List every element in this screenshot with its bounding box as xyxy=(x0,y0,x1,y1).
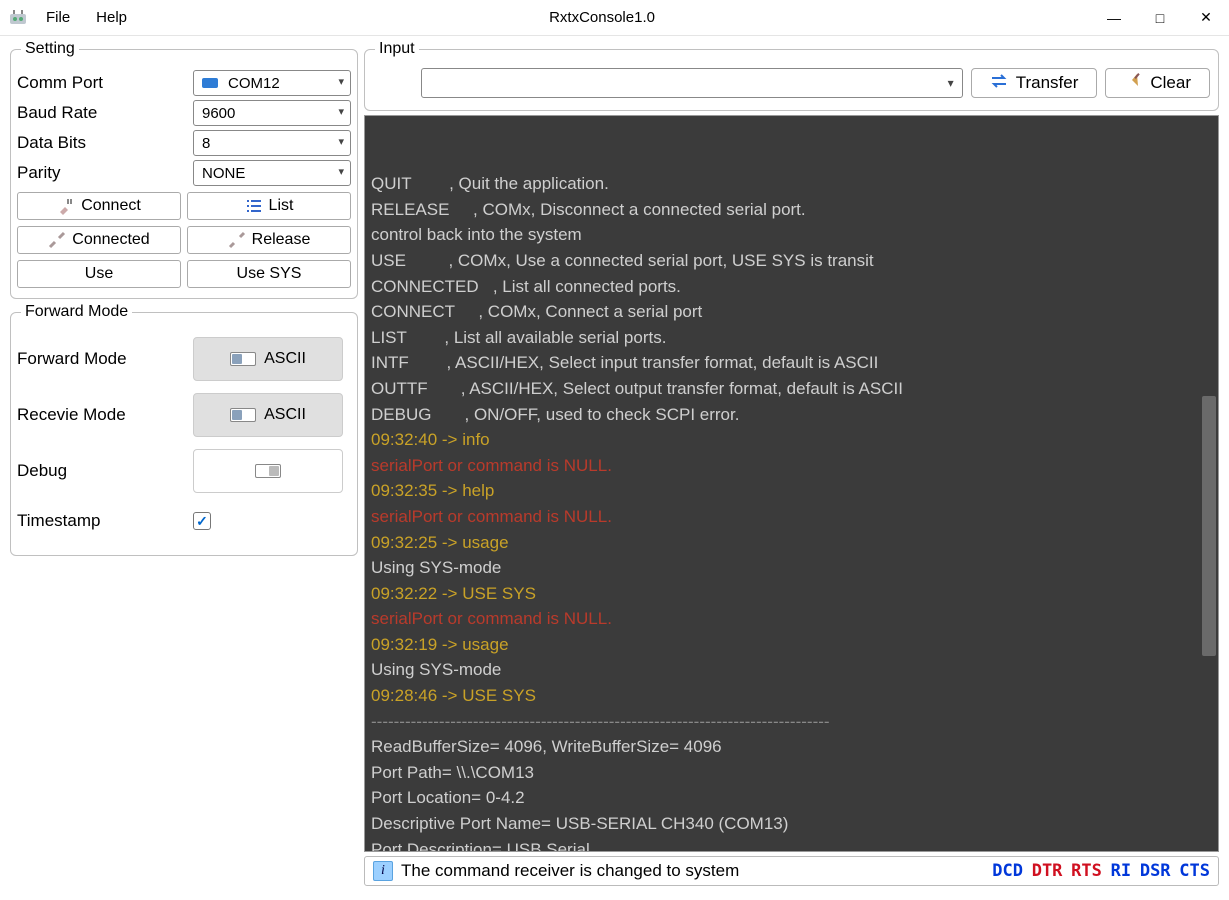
timestamp-checkbox[interactable]: ✓ xyxy=(193,512,211,530)
debug-toggle[interactable] xyxy=(193,449,343,493)
timestamp-label: Timestamp xyxy=(17,511,193,531)
data-bits-select[interactable]: 8 xyxy=(193,130,351,156)
console-line: Port Location= 0-4.2 xyxy=(371,785,1212,811)
receive-mode-label: Recevie Mode xyxy=(17,405,193,425)
input-legend: Input xyxy=(375,40,419,58)
maximize-button[interactable]: □ xyxy=(1137,0,1183,36)
console-output[interactable]: QUIT , Quit the application.RELEASE , CO… xyxy=(364,115,1219,852)
console-line: LIST , List all available serial ports. xyxy=(371,325,1212,351)
console-line: serialPort or command is NULL. xyxy=(371,504,1212,530)
app-icon xyxy=(8,8,28,28)
console-line: CONNECTED , List all connected ports. xyxy=(371,274,1212,300)
switch-icon xyxy=(230,408,256,422)
console-line: ReadBufferSize= 4096, WriteBufferSize= 4… xyxy=(371,734,1212,760)
console-line: DEBUG , ON/OFF, used to check SCPI error… xyxy=(371,402,1212,428)
data-bits-label: Data Bits xyxy=(17,133,193,153)
switch-icon xyxy=(255,464,281,478)
connect-button[interactable]: Connect xyxy=(17,192,181,220)
console-line: 09:32:40 -> info xyxy=(371,427,1212,453)
scrollbar-thumb[interactable] xyxy=(1202,396,1216,656)
console-line: 09:32:35 -> help xyxy=(371,478,1212,504)
switch-icon xyxy=(230,352,256,366)
parity-label: Parity xyxy=(17,163,193,183)
signal-rts: RTS xyxy=(1071,861,1102,881)
console-line: Using SYS-mode xyxy=(371,555,1212,581)
transfer-icon xyxy=(990,72,1008,95)
scrollbar[interactable] xyxy=(1200,116,1218,851)
baud-rate-label: Baud Rate xyxy=(17,103,193,123)
port-icon xyxy=(202,78,218,88)
console-line: 09:32:19 -> usage xyxy=(371,632,1212,658)
console-line: serialPort or command is NULL. xyxy=(371,453,1212,479)
forward-panel: Forward Mode Forward Mode ASCII Recevie … xyxy=(10,303,358,556)
broom-icon xyxy=(1124,72,1142,95)
status-message: The command receiver is changed to syste… xyxy=(401,861,739,881)
signal-dtr: DTR xyxy=(1032,861,1063,881)
comm-port-select[interactable]: COM12 xyxy=(193,70,351,96)
console-line: QUIT , Quit the application. xyxy=(371,171,1212,197)
signal-dcd: DCD xyxy=(992,861,1023,881)
console-line: ----------------------------------------… xyxy=(371,709,1212,735)
console-line: 09:28:46 -> USE SYS xyxy=(371,683,1212,709)
console-line: serialPort or command is NULL. xyxy=(371,606,1212,632)
receive-mode-toggle[interactable]: ASCII xyxy=(193,393,343,437)
setting-panel: Setting Comm Port COM12 Baud Rate 9600 D… xyxy=(10,40,358,299)
release-button[interactable]: Release xyxy=(187,226,351,254)
close-button[interactable]: ✕ xyxy=(1183,0,1229,36)
console-line: Descriptive Port Name= USB-SERIAL CH340 … xyxy=(371,811,1212,837)
menu-help[interactable]: Help xyxy=(96,9,127,26)
console-line: OUTTF , ASCII/HEX, Select output transfe… xyxy=(371,376,1212,402)
use-sys-button[interactable]: Use SYS xyxy=(187,260,351,288)
list-icon xyxy=(245,197,263,215)
forward-mode-label: Forward Mode xyxy=(17,349,193,369)
baud-rate-select[interactable]: 9600 xyxy=(193,100,351,126)
command-input[interactable] xyxy=(421,68,963,98)
info-icon: i xyxy=(373,861,393,881)
window-title: RxtxConsole1.0 xyxy=(153,9,1091,26)
console-line: Port Description= USB Serial xyxy=(371,837,1212,852)
setting-legend: Setting xyxy=(21,40,79,58)
comm-port-label: Comm Port xyxy=(17,73,193,93)
debug-label: Debug xyxy=(17,461,193,481)
input-panel: Input Transfer Clear xyxy=(364,40,1219,111)
console-line: Using SYS-mode xyxy=(371,657,1212,683)
signal-ri: RI xyxy=(1111,861,1131,881)
clear-button[interactable]: Clear xyxy=(1105,68,1210,98)
title-bar: File Help RxtxConsole1.0 — □ ✕ xyxy=(0,0,1229,36)
console-line: Port Path= \\.\COM13 xyxy=(371,760,1212,786)
console-line: CONNECT , COMx, Connect a serial port xyxy=(371,299,1212,325)
signal-dsr: DSR xyxy=(1140,861,1171,881)
unlink-icon xyxy=(228,231,246,249)
status-bar: i The command receiver is changed to sys… xyxy=(364,856,1219,886)
connected-button[interactable]: Connected xyxy=(17,226,181,254)
console-line: RELEASE , COMx, Disconnect a connected s… xyxy=(371,197,1212,223)
list-button[interactable]: List xyxy=(187,192,351,220)
console-line: 09:32:25 -> usage xyxy=(371,530,1212,556)
signal-cts: CTS xyxy=(1179,861,1210,881)
use-button[interactable]: Use xyxy=(17,260,181,288)
link-icon xyxy=(48,231,66,249)
console-line: USE , COMx, Use a connected serial port,… xyxy=(371,248,1212,274)
menu-file[interactable]: File xyxy=(46,9,70,26)
console-line: control back into the system xyxy=(371,222,1212,248)
console-line: INTF , ASCII/HEX, Select input transfer … xyxy=(371,350,1212,376)
transfer-button[interactable]: Transfer xyxy=(971,68,1098,98)
plug-icon xyxy=(57,197,75,215)
minimize-button[interactable]: — xyxy=(1091,0,1137,36)
forward-legend: Forward Mode xyxy=(21,303,132,321)
console-line: 09:32:22 -> USE SYS xyxy=(371,581,1212,607)
forward-mode-toggle[interactable]: ASCII xyxy=(193,337,343,381)
parity-select[interactable]: NONE xyxy=(193,160,351,186)
